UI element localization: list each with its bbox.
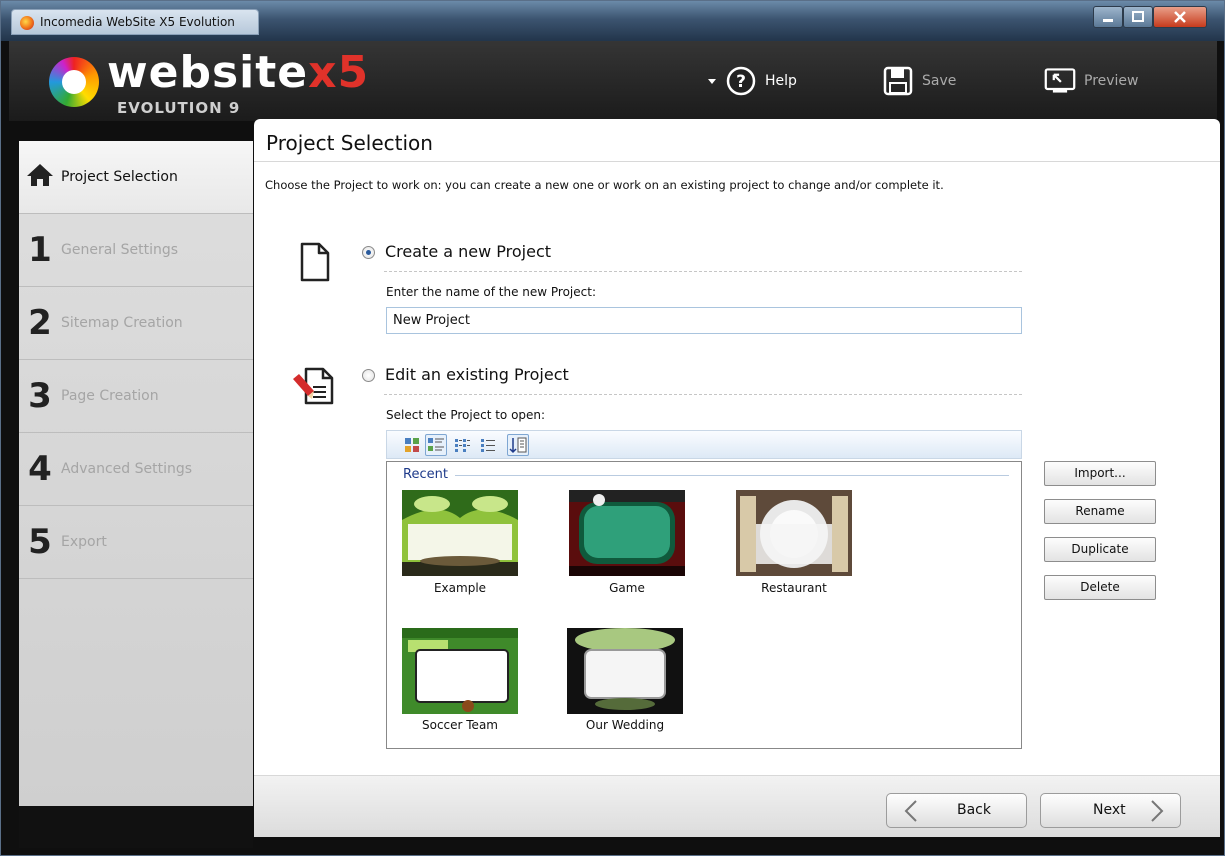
divider: [455, 475, 1009, 476]
preview-label: Preview: [1084, 73, 1139, 89]
step-number: 5: [28, 522, 52, 562]
maximize-icon: [1132, 11, 1144, 22]
project-name[interactable]: Game: [562, 581, 692, 595]
title-tab: Incomedia WebSite X5 Evolution: [11, 9, 259, 35]
close-button[interactable]: [1153, 6, 1207, 28]
sidebar-footer: [19, 806, 253, 848]
logo-edition: EVOLUTION 9: [117, 99, 241, 117]
edit-project-radio[interactable]: [362, 369, 375, 382]
step-number: 3: [28, 376, 52, 416]
dropdown-arrow-icon: [708, 79, 716, 84]
minimize-icon: [1103, 19, 1113, 22]
edit-project-label[interactable]: Edit an existing Project: [385, 365, 569, 384]
title-bar: Incomedia WebSite X5 Evolution: [1, 1, 1224, 41]
project-thumbnail-soccer-team[interactable]: [402, 628, 518, 714]
view-toolbar: [386, 430, 1022, 459]
view-small-icons-button[interactable]: [451, 434, 473, 456]
app-icon: [20, 16, 34, 30]
tiles-icon: [428, 438, 444, 451]
list-icon: [481, 439, 495, 452]
delete-button[interactable]: Delete: [1044, 575, 1156, 600]
page-description: Choose the Project to work on: you can c…: [265, 178, 944, 192]
step-number: 4: [28, 449, 52, 489]
page-title: Project Selection: [266, 131, 433, 155]
project-thumbnail-game[interactable]: [569, 490, 685, 576]
next-button[interactable]: Next: [1040, 793, 1181, 828]
close-icon: [1174, 11, 1186, 23]
project-name-input[interactable]: [386, 307, 1022, 334]
help-icon: ?: [726, 66, 756, 96]
maximize-button[interactable]: [1123, 6, 1153, 28]
app-header: websitex5 EVOLUTION 9 ? Help Save Previe…: [9, 41, 1217, 121]
project-name[interactable]: Example: [395, 581, 525, 595]
save-label: Save: [922, 73, 957, 89]
app-window: Incomedia WebSite X5 Evolution websitex5…: [0, 0, 1225, 856]
duplicate-button[interactable]: Duplicate: [1044, 537, 1156, 562]
project-list-label: Select the Project to open:: [386, 408, 546, 422]
window-title: Incomedia WebSite X5 Evolution: [40, 15, 235, 29]
sidebar-item-label: General Settings: [61, 242, 179, 258]
project-name[interactable]: Our Wedding: [560, 718, 690, 732]
svg-text:?: ?: [736, 72, 746, 92]
project-name[interactable]: Soccer Team: [395, 718, 525, 732]
divider: [384, 271, 1022, 272]
save-button[interactable]: Save: [882, 63, 956, 99]
divider: [384, 394, 1022, 395]
import-button[interactable]: Import...: [1044, 461, 1156, 486]
sidebar-item-general-settings[interactable]: 1 General Settings: [19, 214, 253, 287]
back-label: Back: [957, 802, 991, 818]
project-name-label: Enter the name of the new Project:: [386, 285, 596, 299]
chevron-left-icon: [904, 800, 917, 822]
sidebar-item-page-creation[interactable]: 3 Page Creation: [19, 360, 253, 433]
save-icon: [883, 66, 913, 96]
preview-icon: [1044, 68, 1076, 93]
back-button[interactable]: Back: [886, 793, 1027, 828]
steps-sidebar: Project Selection 1 General Settings 2 S…: [19, 141, 253, 806]
sidebar-item-label: Project Selection: [61, 169, 178, 185]
project-thumbnail-our-wedding[interactable]: [567, 628, 683, 714]
help-label: Help: [765, 73, 797, 89]
sidebar-item-sitemap-creation[interactable]: 2 Sitemap Creation: [19, 287, 253, 360]
preview-button[interactable]: Preview: [1044, 63, 1139, 99]
recent-group-label: Recent: [403, 467, 454, 482]
logo-wordmark: websitex5: [107, 47, 370, 98]
next-label: Next: [1093, 802, 1126, 818]
minimize-button[interactable]: [1093, 6, 1123, 28]
project-thumbnail-example[interactable]: [402, 490, 518, 576]
sort-button[interactable]: [507, 434, 529, 456]
project-list: Recent Example Game Restaurant Soccer Te…: [386, 461, 1022, 749]
sort-icon: [509, 437, 527, 454]
sidebar-item-label: Page Creation: [61, 388, 159, 404]
sidebar-item-label: Sitemap Creation: [61, 315, 183, 331]
edit-document-icon: [293, 367, 334, 405]
help-button[interactable]: ? Help: [707, 63, 797, 99]
sidebar-item-label: Advanced Settings: [61, 461, 193, 477]
main-panel: Project Selection Choose the Project to …: [254, 119, 1220, 837]
rename-button[interactable]: Rename: [1044, 499, 1156, 524]
sidebar-item-label: Export: [61, 534, 107, 550]
small-icons-icon: [455, 439, 470, 452]
create-project-radio[interactable]: [362, 246, 375, 259]
view-tiles-button[interactable]: [425, 434, 447, 456]
step-number: 1: [28, 230, 52, 270]
large-icons-icon: [405, 438, 419, 452]
chevron-right-icon: [1151, 800, 1164, 822]
project-name[interactable]: Restaurant: [729, 581, 859, 595]
view-large-icons-button[interactable]: [401, 434, 423, 456]
wizard-footer: Back Next: [254, 776, 1220, 837]
step-number: 2: [28, 303, 52, 343]
sidebar-item-export[interactable]: 5 Export: [19, 506, 253, 579]
divider: [254, 161, 1220, 162]
sidebar-item-advanced-settings[interactable]: 4 Advanced Settings: [19, 433, 253, 506]
home-icon: [19, 157, 61, 197]
project-thumbnail-restaurant[interactable]: [736, 490, 852, 576]
create-project-label[interactable]: Create a new Project: [385, 242, 551, 261]
new-document-icon: [300, 242, 330, 282]
sidebar-item-project-selection[interactable]: Project Selection: [19, 141, 253, 214]
view-list-button[interactable]: [477, 434, 499, 456]
logo-icon: [49, 57, 99, 107]
